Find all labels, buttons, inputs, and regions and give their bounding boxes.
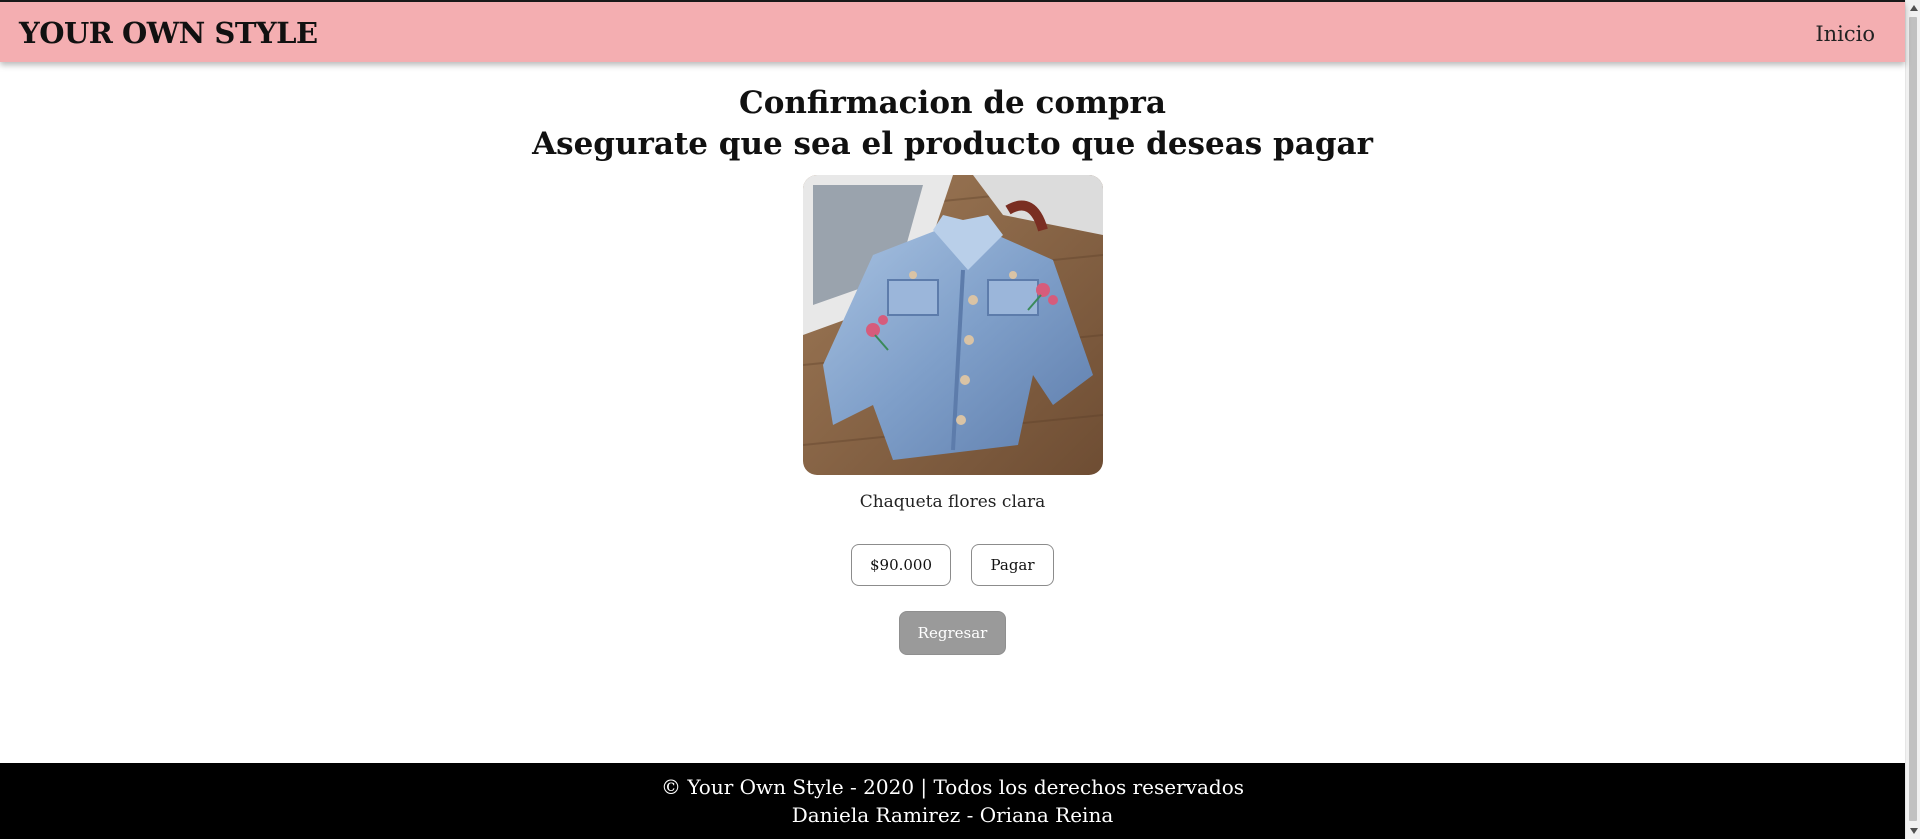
product-image bbox=[803, 175, 1103, 475]
back-button[interactable]: Regresar bbox=[899, 611, 1006, 655]
footer: © Your Own Style - 2020 | Todos los dere… bbox=[0, 763, 1905, 839]
price-button[interactable]: $90.000 bbox=[851, 544, 951, 586]
scrollbar-thumb[interactable] bbox=[1909, 17, 1917, 821]
page: YOUR OWN STYLE Inicio Confirmacion de co… bbox=[0, 0, 1920, 839]
footer-copyright: © Your Own Style - 2020 | Todos los dere… bbox=[660, 775, 1245, 799]
footer-authors: Daniela Ramirez - Oriana Reina bbox=[791, 803, 1114, 827]
nav-link-inicio[interactable]: Inicio bbox=[1815, 21, 1875, 47]
product-name: Chaqueta flores clara bbox=[859, 492, 1046, 512]
scroll-up-arrow-icon[interactable] bbox=[1906, 0, 1920, 16]
denim-jacket-photo bbox=[803, 175, 1103, 475]
pay-button[interactable]: Pagar bbox=[971, 544, 1054, 586]
brand-logo-text[interactable]: YOUR OWN STYLE bbox=[19, 16, 318, 50]
vertical-scrollbar[interactable] bbox=[1905, 0, 1920, 839]
navbar: YOUR OWN STYLE Inicio bbox=[0, 2, 1905, 62]
page-title: Confirmacion de compra bbox=[739, 85, 1166, 121]
page-subtitle: Asegurate que sea el producto que deseas… bbox=[532, 126, 1373, 162]
scroll-down-arrow-icon[interactable] bbox=[1906, 823, 1920, 839]
